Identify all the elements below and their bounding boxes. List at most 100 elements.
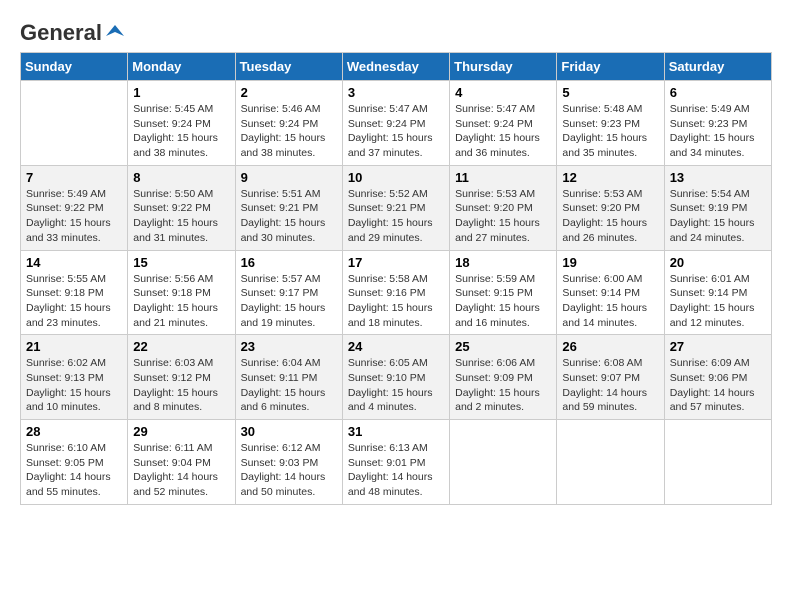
daylight-text: Daylight: 15 hours and 12 minutes. <box>670 302 755 329</box>
day-number: 6 <box>670 85 766 100</box>
sunset-text: Sunset: 9:01 PM <box>348 457 426 469</box>
daylight-text: Daylight: 15 hours and 23 minutes. <box>26 302 111 329</box>
sunrise-text: Sunrise: 5:47 AM <box>455 103 535 115</box>
daylight-text: Daylight: 15 hours and 36 minutes. <box>455 132 540 159</box>
day-number: 4 <box>455 85 551 100</box>
calendar-cell: 14 Sunrise: 5:55 AM Sunset: 9:18 PM Dayl… <box>21 250 128 335</box>
daylight-text: Daylight: 15 hours and 2 minutes. <box>455 387 540 414</box>
day-info: Sunrise: 5:53 AM Sunset: 9:20 PM Dayligh… <box>562 187 658 246</box>
daylight-text: Daylight: 15 hours and 14 minutes. <box>562 302 647 329</box>
daylight-text: Daylight: 15 hours and 37 minutes. <box>348 132 433 159</box>
column-header-saturday: Saturday <box>664 53 771 81</box>
page-header: General <box>20 20 772 42</box>
day-number: 21 <box>26 339 122 354</box>
logo-bird-icon <box>104 22 126 44</box>
calendar-cell <box>664 420 771 505</box>
sunset-text: Sunset: 9:04 PM <box>133 457 211 469</box>
sunset-text: Sunset: 9:03 PM <box>241 457 319 469</box>
daylight-text: Daylight: 14 hours and 50 minutes. <box>241 471 326 498</box>
sunrise-text: Sunrise: 6:10 AM <box>26 442 106 454</box>
sunrise-text: Sunrise: 5:58 AM <box>348 273 428 285</box>
day-info: Sunrise: 5:45 AM Sunset: 9:24 PM Dayligh… <box>133 102 229 161</box>
daylight-text: Daylight: 15 hours and 35 minutes. <box>562 132 647 159</box>
logo: General <box>20 20 126 42</box>
daylight-text: Daylight: 15 hours and 31 minutes. <box>133 217 218 244</box>
day-number: 28 <box>26 424 122 439</box>
day-number: 22 <box>133 339 229 354</box>
day-info: Sunrise: 5:48 AM Sunset: 9:23 PM Dayligh… <box>562 102 658 161</box>
sunset-text: Sunset: 9:24 PM <box>348 118 426 130</box>
calendar-cell: 18 Sunrise: 5:59 AM Sunset: 9:15 PM Dayl… <box>450 250 557 335</box>
day-number: 7 <box>26 170 122 185</box>
day-info: Sunrise: 6:02 AM Sunset: 9:13 PM Dayligh… <box>26 356 122 415</box>
calendar-cell: 10 Sunrise: 5:52 AM Sunset: 9:21 PM Dayl… <box>342 165 449 250</box>
calendar-cell: 7 Sunrise: 5:49 AM Sunset: 9:22 PM Dayli… <box>21 165 128 250</box>
calendar-cell: 31 Sunrise: 6:13 AM Sunset: 9:01 PM Dayl… <box>342 420 449 505</box>
sunset-text: Sunset: 9:14 PM <box>670 287 748 299</box>
day-info: Sunrise: 6:00 AM Sunset: 9:14 PM Dayligh… <box>562 272 658 331</box>
day-info: Sunrise: 5:54 AM Sunset: 9:19 PM Dayligh… <box>670 187 766 246</box>
column-header-wednesday: Wednesday <box>342 53 449 81</box>
sunset-text: Sunset: 9:13 PM <box>26 372 104 384</box>
day-number: 8 <box>133 170 229 185</box>
day-number: 31 <box>348 424 444 439</box>
day-info: Sunrise: 5:53 AM Sunset: 9:20 PM Dayligh… <box>455 187 551 246</box>
sunrise-text: Sunrise: 6:06 AM <box>455 357 535 369</box>
sunset-text: Sunset: 9:12 PM <box>133 372 211 384</box>
calendar-cell: 16 Sunrise: 5:57 AM Sunset: 9:17 PM Dayl… <box>235 250 342 335</box>
calendar-cell: 6 Sunrise: 5:49 AM Sunset: 9:23 PM Dayli… <box>664 81 771 166</box>
sunrise-text: Sunrise: 6:02 AM <box>26 357 106 369</box>
calendar-cell: 15 Sunrise: 5:56 AM Sunset: 9:18 PM Dayl… <box>128 250 235 335</box>
calendar-cell: 11 Sunrise: 5:53 AM Sunset: 9:20 PM Dayl… <box>450 165 557 250</box>
day-number: 9 <box>241 170 337 185</box>
sunrise-text: Sunrise: 6:13 AM <box>348 442 428 454</box>
day-number: 27 <box>670 339 766 354</box>
daylight-text: Daylight: 15 hours and 18 minutes. <box>348 302 433 329</box>
column-header-thursday: Thursday <box>450 53 557 81</box>
calendar-week-3: 14 Sunrise: 5:55 AM Sunset: 9:18 PM Dayl… <box>21 250 772 335</box>
sunrise-text: Sunrise: 6:03 AM <box>133 357 213 369</box>
sunset-text: Sunset: 9:23 PM <box>670 118 748 130</box>
daylight-text: Daylight: 15 hours and 21 minutes. <box>133 302 218 329</box>
day-number: 12 <box>562 170 658 185</box>
calendar-cell: 30 Sunrise: 6:12 AM Sunset: 9:03 PM Dayl… <box>235 420 342 505</box>
calendar-cell: 4 Sunrise: 5:47 AM Sunset: 9:24 PM Dayli… <box>450 81 557 166</box>
logo-general-text: General <box>20 20 102 46</box>
sunrise-text: Sunrise: 5:53 AM <box>455 188 535 200</box>
calendar-cell <box>21 81 128 166</box>
calendar-table: SundayMondayTuesdayWednesdayThursdayFrid… <box>20 52 772 505</box>
day-info: Sunrise: 6:11 AM Sunset: 9:04 PM Dayligh… <box>133 441 229 500</box>
sunset-text: Sunset: 9:24 PM <box>241 118 319 130</box>
calendar-cell: 26 Sunrise: 6:08 AM Sunset: 9:07 PM Dayl… <box>557 335 664 420</box>
calendar-cell <box>450 420 557 505</box>
day-info: Sunrise: 5:55 AM Sunset: 9:18 PM Dayligh… <box>26 272 122 331</box>
day-number: 5 <box>562 85 658 100</box>
column-header-tuesday: Tuesday <box>235 53 342 81</box>
daylight-text: Daylight: 14 hours and 57 minutes. <box>670 387 755 414</box>
sunrise-text: Sunrise: 6:11 AM <box>133 442 212 454</box>
daylight-text: Daylight: 14 hours and 48 minutes. <box>348 471 433 498</box>
sunrise-text: Sunrise: 5:53 AM <box>562 188 642 200</box>
sunset-text: Sunset: 9:14 PM <box>562 287 640 299</box>
calendar-cell: 24 Sunrise: 6:05 AM Sunset: 9:10 PM Dayl… <box>342 335 449 420</box>
calendar-cell: 5 Sunrise: 5:48 AM Sunset: 9:23 PM Dayli… <box>557 81 664 166</box>
day-number: 17 <box>348 255 444 270</box>
sunrise-text: Sunrise: 6:00 AM <box>562 273 642 285</box>
sunset-text: Sunset: 9:06 PM <box>670 372 748 384</box>
calendar-cell: 2 Sunrise: 5:46 AM Sunset: 9:24 PM Dayli… <box>235 81 342 166</box>
calendar-week-2: 7 Sunrise: 5:49 AM Sunset: 9:22 PM Dayli… <box>21 165 772 250</box>
day-number: 19 <box>562 255 658 270</box>
day-number: 14 <box>26 255 122 270</box>
daylight-text: Daylight: 14 hours and 52 minutes. <box>133 471 218 498</box>
sunrise-text: Sunrise: 5:51 AM <box>241 188 321 200</box>
daylight-text: Daylight: 15 hours and 24 minutes. <box>670 217 755 244</box>
sunset-text: Sunset: 9:19 PM <box>670 202 748 214</box>
calendar-cell: 13 Sunrise: 5:54 AM Sunset: 9:19 PM Dayl… <box>664 165 771 250</box>
day-info: Sunrise: 6:12 AM Sunset: 9:03 PM Dayligh… <box>241 441 337 500</box>
daylight-text: Daylight: 15 hours and 27 minutes. <box>455 217 540 244</box>
day-info: Sunrise: 6:13 AM Sunset: 9:01 PM Dayligh… <box>348 441 444 500</box>
calendar-cell: 9 Sunrise: 5:51 AM Sunset: 9:21 PM Dayli… <box>235 165 342 250</box>
sunset-text: Sunset: 9:10 PM <box>348 372 426 384</box>
day-info: Sunrise: 5:52 AM Sunset: 9:21 PM Dayligh… <box>348 187 444 246</box>
sunset-text: Sunset: 9:11 PM <box>241 372 318 384</box>
